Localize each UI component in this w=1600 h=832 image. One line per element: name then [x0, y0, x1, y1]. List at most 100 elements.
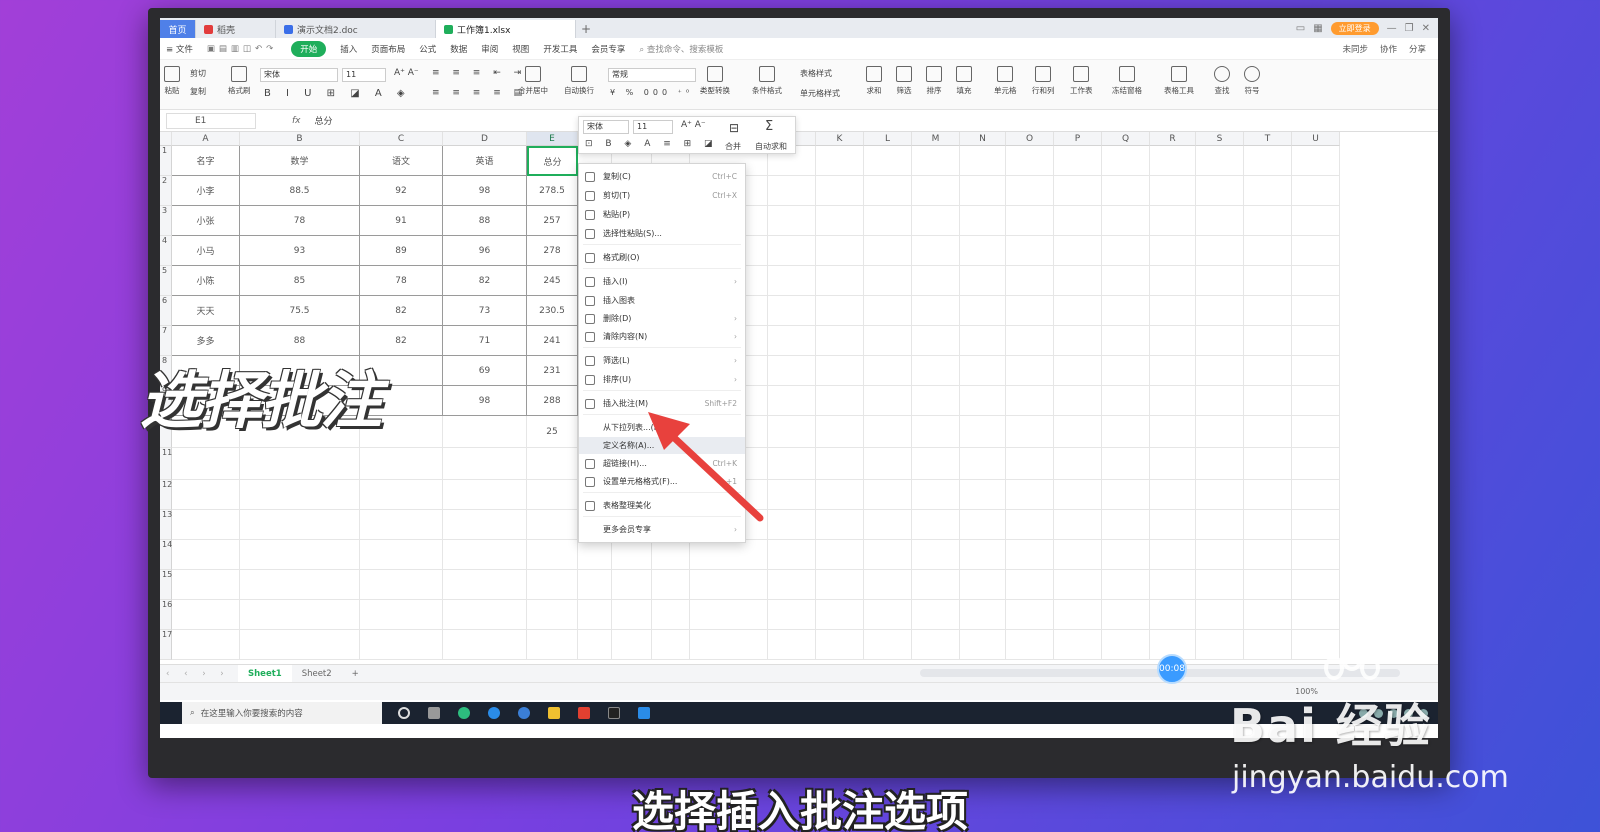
table-cell[interactable] — [1006, 356, 1054, 386]
table-cell[interactable] — [1292, 416, 1340, 448]
context-menu-item[interactable]: 复制(C) Ctrl+C — [579, 168, 745, 185]
table-cell[interactable] — [578, 540, 612, 570]
tab-workbook[interactable]: 工作簿1.xlsx — [436, 20, 576, 38]
table-cell[interactable] — [172, 570, 240, 600]
table-cell[interactable]: 天天 — [172, 296, 240, 326]
table-cell[interactable] — [1292, 266, 1340, 296]
table-cell[interactable] — [1054, 510, 1102, 540]
table-cell[interactable] — [1196, 540, 1244, 570]
table-cell[interactable] — [443, 540, 527, 570]
table-cell[interactable] — [1054, 570, 1102, 600]
table-cell[interactable] — [1150, 206, 1196, 236]
table-cell[interactable] — [816, 206, 864, 236]
table-cell[interactable] — [816, 416, 864, 448]
table-cell[interactable] — [578, 570, 612, 600]
context-menu-item[interactable]: 删除(D) › — [579, 310, 745, 327]
table-cell[interactable] — [1292, 570, 1340, 600]
table-cell[interactable] — [1102, 600, 1150, 630]
ie-icon[interactable] — [518, 707, 530, 719]
table-cell[interactable] — [960, 386, 1006, 416]
table-cell[interactable] — [864, 600, 912, 630]
table-cell[interactable] — [864, 296, 912, 326]
row-header[interactable]: 4 — [160, 236, 172, 266]
context-menu-item[interactable]: 排序(U) › — [579, 371, 745, 388]
menu-page-layout[interactable]: 页面布局 — [371, 43, 405, 55]
table-cell[interactable] — [527, 448, 578, 480]
table-cell[interactable] — [172, 448, 240, 480]
table-cell[interactable] — [1150, 510, 1196, 540]
table-cell[interactable] — [360, 448, 443, 480]
context-menu-item[interactable]: 超链接(H)... Ctrl+K — [579, 455, 745, 472]
table-cell[interactable] — [816, 480, 864, 510]
minimize-icon[interactable]: — — [1387, 23, 1397, 34]
table-cell[interactable] — [960, 236, 1006, 266]
mini-style-icons[interactable]: ⊡ B ◈ A ≡ ⊞ ◪ — [585, 139, 718, 149]
column-header[interactable]: C — [360, 132, 443, 146]
mini-font-name[interactable]: 宋体 — [583, 120, 629, 134]
add-tab-button[interactable]: + — [576, 20, 596, 38]
table-cell[interactable]: 75.5 — [240, 296, 360, 326]
cell-style-button[interactable]: 单元格样式 — [800, 88, 840, 99]
restore-icon[interactable]: ❐ — [1405, 23, 1414, 34]
table-cell[interactable] — [1102, 570, 1150, 600]
table-cell[interactable]: 73 — [443, 296, 527, 326]
table-cell[interactable] — [578, 630, 612, 660]
table-cell[interactable] — [527, 570, 578, 600]
table-cell[interactable] — [1292, 448, 1340, 480]
table-cell[interactable] — [960, 326, 1006, 356]
table-cell[interactable] — [816, 236, 864, 266]
table-cell[interactable] — [1054, 356, 1102, 386]
sheet-tab-2[interactable]: Sheet2 — [292, 665, 342, 683]
table-cell[interactable] — [960, 176, 1006, 206]
table-cell[interactable] — [172, 480, 240, 510]
row-header[interactable]: 5 — [160, 266, 172, 296]
table-cell[interactable] — [960, 448, 1006, 480]
table-cell[interactable] — [912, 326, 960, 356]
table-cell[interactable] — [1102, 448, 1150, 480]
table-cell[interactable] — [1292, 296, 1340, 326]
table-cell[interactable] — [912, 510, 960, 540]
table-cell[interactable] — [240, 448, 360, 480]
table-cell[interactable] — [1054, 540, 1102, 570]
halign-icons[interactable]: ≡ ≡ ≡ ≡ ▤ — [432, 88, 527, 98]
sheet-nav-arrows[interactable]: ‹ ‹ › › — [160, 669, 238, 679]
mini-font-size[interactable]: 11 — [633, 120, 673, 134]
table-cell[interactable] — [960, 146, 1006, 176]
table-cell[interactable] — [768, 570, 816, 600]
table-cell[interactable]: 245 — [527, 266, 578, 296]
column-header[interactable]: P — [1054, 132, 1102, 146]
table-cell[interactable] — [1150, 480, 1196, 510]
table-cell[interactable] — [1244, 510, 1292, 540]
table-cell[interactable]: 288 — [527, 386, 578, 416]
table-cell[interactable] — [612, 570, 652, 600]
table-cell[interactable] — [690, 540, 768, 570]
merge-center-button[interactable]: 合并居中 — [518, 66, 548, 96]
column-header[interactable]: T — [1244, 132, 1292, 146]
table-cell[interactable]: 257 — [527, 206, 578, 236]
menu-formula[interactable]: 公式 — [419, 43, 436, 55]
table-cell[interactable] — [1006, 206, 1054, 236]
table-cell[interactable] — [864, 176, 912, 206]
table-cell[interactable] — [864, 206, 912, 236]
context-menu-item[interactable]: 格式刷(O) — [579, 249, 745, 266]
app-icon[interactable] — [638, 707, 650, 719]
symbol-button[interactable]: 符号 — [1244, 66, 1260, 96]
table-cell[interactable]: 98 — [443, 386, 527, 416]
table-cell[interactable]: 小马 — [172, 236, 240, 266]
context-menu-item[interactable]: 更多会员专享 › — [579, 521, 745, 538]
row-header[interactable]: 1 — [160, 146, 172, 176]
table-cell[interactable] — [690, 600, 768, 630]
column-header[interactable]: O — [1006, 132, 1054, 146]
table-cell[interactable] — [768, 386, 816, 416]
table-cell[interactable] — [1006, 146, 1054, 176]
table-cell[interactable]: 89 — [360, 236, 443, 266]
table-cell[interactable] — [1244, 540, 1292, 570]
table-cell[interactable] — [612, 540, 652, 570]
table-cell[interactable] — [1102, 326, 1150, 356]
cut-button[interactable]: 剪切 — [190, 68, 206, 79]
table-cell[interactable] — [1292, 206, 1340, 236]
table-cell[interactable] — [912, 480, 960, 510]
table-cell[interactable] — [864, 266, 912, 296]
table-cell[interactable] — [527, 540, 578, 570]
table-cell[interactable] — [1102, 356, 1150, 386]
